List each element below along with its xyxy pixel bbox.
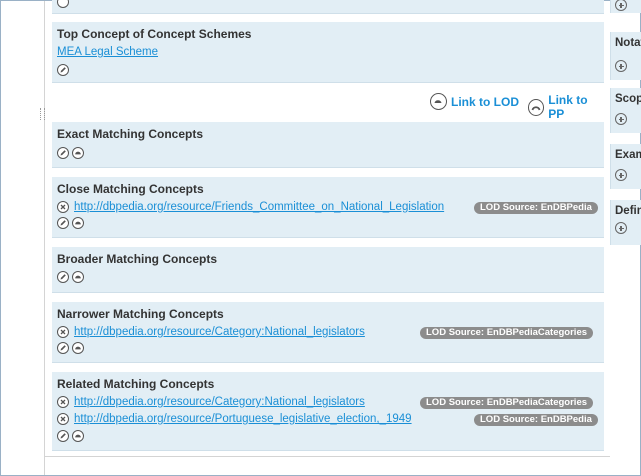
lod-gauge-icon[interactable]: [72, 430, 84, 442]
remove-icon[interactable]: [57, 326, 69, 338]
lod-gauge-icon[interactable]: [72, 217, 84, 229]
section-related-matching: Related Matching Concepts http://dbpedia…: [52, 372, 604, 451]
remove-icon[interactable]: [57, 396, 69, 408]
section-title: Narrower Matching Concepts: [57, 307, 224, 321]
side-panel-title: Exam: [615, 149, 641, 161]
lod-source-badge: LOD Source: EnDBPediaCategories: [420, 397, 594, 409]
arc-icon: [528, 98, 545, 116]
list-item: http://dbpedia.org/resource/Portuguese_l…: [57, 411, 412, 427]
concept-details-panel: Top Concept of Concept Schemes MEA Legal…: [52, 0, 604, 462]
section-previous: [52, 0, 604, 14]
section-exact-matching: Exact Matching Concepts: [52, 122, 604, 168]
side-panel-title: Scop: [615, 93, 641, 105]
add-icon[interactable]: [615, 60, 627, 72]
section-close-matching: Close Matching Concepts http://dbpedia.o…: [52, 177, 604, 238]
section-title: Related Matching Concepts: [57, 377, 215, 391]
side-panel-notation: Notat: [610, 32, 641, 80]
edit-icon[interactable]: [57, 64, 69, 76]
edit-icon[interactable]: [57, 271, 69, 283]
add-icon[interactable]: [615, 0, 627, 11]
side-panel-top: [610, 0, 641, 13]
lod-gauge-icon[interactable]: [72, 147, 84, 159]
side-panel-example: Exam: [610, 144, 641, 189]
edit-icon[interactable]: [57, 147, 69, 159]
add-icon[interactable]: [615, 222, 627, 234]
edit-icon[interactable]: [57, 217, 69, 229]
list-item: http://dbpedia.org/resource/Category:Nat…: [57, 324, 365, 340]
link-to-lod-label: Link to LOD: [451, 94, 519, 109]
splitter-handle[interactable]: [40, 108, 45, 120]
concept-scheme-link[interactable]: MEA Legal Scheme: [57, 46, 158, 58]
side-panel-definition: Defin: [610, 200, 641, 245]
side-panel-scope: Scop: [610, 88, 641, 133]
lod-gauge-icon[interactable]: [72, 342, 84, 354]
edit-icon[interactable]: [57, 430, 69, 442]
concept-url-link[interactable]: http://dbpedia.org/resource/Category:Nat…: [74, 326, 365, 338]
concept-url-link[interactable]: http://dbpedia.org/resource/Category:Nat…: [74, 396, 365, 408]
add-icon[interactable]: [615, 169, 627, 181]
section-title: Top Concept of Concept Schemes: [57, 27, 252, 41]
concept-url-link[interactable]: http://dbpedia.org/resource/Friends_Comm…: [74, 201, 444, 213]
section-title: Exact Matching Concepts: [57, 127, 204, 141]
lod-source-badge: LOD Source: EnDBPedia: [474, 202, 598, 214]
link-to-lod-button[interactable]: Link to LOD: [430, 93, 519, 110]
gauge-icon: [430, 93, 447, 110]
list-item: http://dbpedia.org/resource/Category:Nat…: [57, 394, 365, 410]
link-to-pp-label: Link to PP: [548, 93, 588, 121]
section-broader-matching: Broader Matching Concepts: [52, 247, 604, 293]
add-icon[interactable]: [615, 113, 627, 125]
list-item: http://dbpedia.org/resource/Friends_Comm…: [57, 199, 444, 215]
lod-link-bar: Link to LOD Link to PP: [52, 87, 604, 121]
side-panel-title: Notat: [615, 37, 641, 49]
section-title: Broader Matching Concepts: [57, 252, 218, 266]
lod-source-badge: LOD Source: EnDBPedia: [474, 414, 598, 426]
left-divider: [44, 1, 45, 475]
lod-source-badge: LOD Source: EnDBPediaCategories: [420, 327, 594, 339]
remove-icon[interactable]: [57, 201, 69, 213]
edit-icon[interactable]: [57, 342, 69, 354]
side-panel-title: Defin: [615, 205, 641, 217]
link-to-pp-button[interactable]: Link to PP: [528, 93, 604, 121]
lod-gauge-icon[interactable]: [72, 271, 84, 283]
section-narrower-matching: Narrower Matching Concepts http://dbpedi…: [52, 302, 604, 363]
concept-url-link[interactable]: http://dbpedia.org/resource/Portuguese_l…: [74, 413, 412, 425]
edit-icon[interactable]: [57, 0, 69, 8]
remove-icon[interactable]: [57, 413, 69, 425]
section-top-concept: Top Concept of Concept Schemes MEA Legal…: [52, 22, 604, 83]
section-title: Close Matching Concepts: [57, 182, 204, 196]
